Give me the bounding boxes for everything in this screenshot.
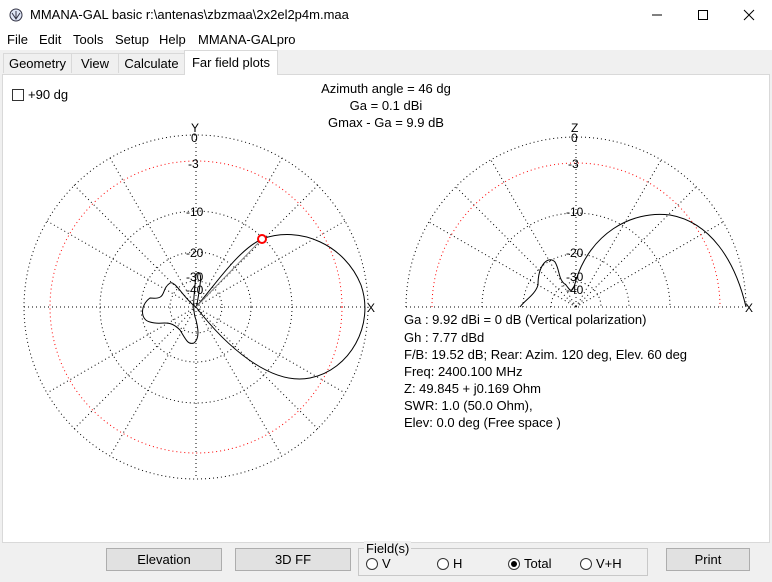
radio-h[interactable]: H	[437, 556, 462, 571]
info-gh: Gh : 7.77 dBd	[404, 330, 485, 345]
ring-label-40: -40	[186, 283, 204, 297]
radio-total-dot[interactable]	[508, 557, 520, 570]
ring-label-0-right: 0	[571, 131, 578, 145]
ring-label-3: -3	[188, 157, 199, 171]
radio-vh-dot[interactable]	[580, 557, 592, 570]
azimuth-plot: Y X 0 -3 -10 -20 -30 -40	[23, 121, 375, 480]
ring-label-20-right: -20	[566, 246, 584, 260]
info-fb: F/B: 19.52 dB; Rear: Azim. 120 deg, Elev…	[404, 347, 688, 362]
tab-far-field-plots[interactable]: Far field plots	[184, 50, 278, 75]
ring-label-30: -30	[186, 270, 204, 284]
3d-ff-button[interactable]: 3D FF	[235, 548, 351, 571]
radio-vh[interactable]: V+H	[580, 556, 622, 571]
radio-v[interactable]: V	[366, 556, 391, 571]
max-gain-marker	[257, 234, 267, 244]
axis-label-x: X	[367, 301, 375, 315]
fields-legend: Field(s)	[364, 541, 412, 556]
radio-v-dot[interactable]	[366, 557, 378, 570]
info-ga: Ga : 9.92 dBi = 0 dB (Vertical polarizat…	[404, 312, 647, 327]
print-button[interactable]: Print	[666, 548, 750, 571]
elevation-button[interactable]: Elevation	[106, 548, 222, 571]
ring-label-40-right: -40	[566, 283, 584, 297]
ring-label-30-right: -30	[566, 270, 584, 284]
info-swr: SWR: 1.0 (50.0 Ohm),	[404, 398, 533, 413]
elevation-plot: Z X 0 -3 -10 -20 -30 -40	[405, 121, 753, 315]
radio-total-label: Total	[524, 556, 552, 571]
ring-label-3-right: -3	[568, 157, 579, 171]
radio-total[interactable]: Total	[508, 556, 551, 571]
info-elev: Elev: 0.0 deg (Free space )	[404, 415, 561, 430]
ring-label-0: 0	[191, 131, 198, 145]
radio-v-label: V	[382, 556, 391, 571]
azimuth-direction-line	[195, 238, 263, 308]
azimuth-ring-labels: 0 -3 -10 -20 -30 -40	[186, 131, 204, 297]
radio-h-label: H	[453, 556, 463, 571]
info-freq: Freq: 2400.100 MHz	[404, 364, 523, 379]
ring-label-10-right: -10	[566, 205, 584, 219]
ring-label-10: -10	[186, 205, 204, 219]
info-impedance: Z: 49.845 + j0.169 Ohm	[404, 381, 541, 396]
axis-label-x-right: X	[745, 301, 753, 315]
far-field-plots: Y X 0 -3 -10 -20 -30 -40 Z X 0 -3 -10 -2…	[23, 121, 753, 480]
azimuth-pattern	[142, 234, 366, 380]
ring-label-20: -20	[186, 246, 204, 260]
elevation-ring-labels: 0 -3 -10 -20 -30 -40	[566, 131, 584, 297]
radio-vh-label: V+H	[596, 556, 622, 571]
radio-h-dot[interactable]	[437, 557, 449, 570]
